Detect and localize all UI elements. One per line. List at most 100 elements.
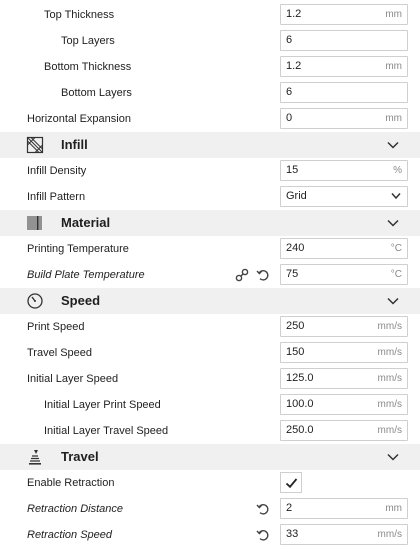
setting-row-retraction-speed: Retraction Speed 33 mm/s (0, 522, 420, 548)
chevron-down-icon[interactable] (387, 297, 399, 305)
setting-label: Infill Density (27, 165, 87, 177)
field-value: 250 (286, 320, 305, 332)
field-unit: mm/s (377, 347, 402, 358)
setting-label: Horizontal Expansion (27, 113, 131, 125)
field-unit: mm/s (377, 529, 402, 540)
setting-row-top-layers: Top Layers 6 (0, 28, 420, 54)
reset-icon[interactable] (256, 268, 270, 282)
setting-label: Build Plate Temperature (27, 269, 145, 281)
setting-label: Infill Pattern (27, 191, 86, 203)
setting-label: Top Layers (61, 35, 115, 47)
field-value: 1.2 (286, 8, 302, 20)
field-value: 250.0 (286, 424, 314, 436)
field-unit: mm/s (377, 373, 402, 384)
bottom-thickness-input[interactable]: 1.2 mm (280, 56, 408, 77)
setting-row-printing-temperature: Printing Temperature 240 °C (0, 236, 420, 262)
field-value: 150 (286, 346, 305, 358)
setting-label: Initial Layer Print Speed (44, 399, 161, 411)
setting-label: Top Thickness (44, 9, 115, 21)
setting-row-build-plate-temperature: Build Plate Temperature 75 °C (0, 262, 420, 288)
retraction-distance-input[interactable]: 2 mm (280, 498, 408, 519)
setting-label: Print Speed (27, 321, 85, 333)
top-thickness-input[interactable]: 1.2 mm (280, 4, 408, 25)
setting-label: Initial Layer Speed (27, 373, 119, 385)
travel-speed-input[interactable]: 150 mm/s (280, 342, 408, 363)
print-speed-input[interactable]: 250 mm/s (280, 316, 408, 337)
setting-label: Retraction Distance (27, 503, 123, 515)
setting-label: Initial Layer Travel Speed (44, 425, 169, 437)
link-icon[interactable] (235, 268, 249, 282)
setting-row-infill-pattern: Infill Pattern Grid (0, 184, 420, 210)
reset-icon[interactable] (256, 528, 270, 542)
setting-row-horizontal-expansion: Horizontal Expansion 0 mm (0, 106, 420, 132)
section-title: Travel (61, 449, 99, 464)
setting-row-top-thickness: Top Thickness 1.2 mm (0, 2, 420, 28)
section-header-infill[interactable]: Infill (0, 132, 420, 158)
infill-density-input[interactable]: 15 % (280, 160, 408, 181)
field-unit: mm/s (377, 425, 402, 436)
setting-row-bottom-layers: Bottom Layers 6 (0, 80, 420, 106)
field-value: 125.0 (286, 372, 314, 384)
field-unit: mm/s (377, 399, 402, 410)
bottom-layers-input[interactable]: 6 (280, 82, 408, 103)
section-title: Material (61, 215, 111, 230)
setting-row-infill-density: Infill Density 15 % (0, 158, 420, 184)
field-unit: mm (385, 61, 402, 72)
infill-pattern-dropdown[interactable]: Grid (280, 186, 408, 207)
section-title: Speed (61, 293, 101, 308)
setting-row-initial-layer-travel-speed: Initial Layer Travel Speed 250.0 mm/s (0, 418, 420, 444)
enable-retraction-checkbox[interactable] (280, 472, 302, 493)
setting-label: Bottom Layers (61, 87, 132, 99)
field-unit: % (393, 165, 402, 176)
chevron-down-icon[interactable] (387, 219, 399, 227)
field-unit: °C (390, 243, 402, 254)
section-header-speed[interactable]: Speed (0, 288, 420, 314)
retraction-speed-input[interactable]: 33 mm/s (280, 524, 408, 545)
reset-icon[interactable] (256, 502, 270, 516)
setting-row-bottom-thickness: Bottom Thickness 1.2 mm (0, 54, 420, 80)
infill-icon (26, 136, 44, 154)
setting-label: Retraction Speed (27, 529, 112, 541)
initial-layer-speed-input[interactable]: 125.0 mm/s (280, 368, 408, 389)
chevron-down-icon (391, 193, 401, 200)
field-value: 240 (286, 242, 305, 254)
printing-temperature-input[interactable]: 240 °C (280, 238, 408, 259)
field-value: 2 (286, 502, 293, 514)
setting-row-print-speed: Print Speed 250 mm/s (0, 314, 420, 340)
top-layers-input[interactable]: 6 (280, 30, 408, 51)
setting-row-enable-retraction: Enable Retraction (0, 470, 420, 496)
field-unit: mm (385, 503, 402, 514)
field-value: 100.0 (286, 398, 314, 410)
field-unit: mm/s (377, 321, 402, 332)
material-icon (27, 216, 42, 230)
section-title: Infill (61, 137, 88, 152)
speedometer-icon (27, 293, 43, 309)
initial-layer-travel-speed-input[interactable]: 250.0 mm/s (280, 420, 408, 441)
initial-layer-print-speed-input[interactable]: 100.0 mm/s (280, 394, 408, 415)
setting-row-travel-speed: Travel Speed 150 mm/s (0, 340, 420, 366)
setting-label: Bottom Thickness (44, 61, 132, 73)
checkmark-icon (285, 478, 298, 489)
build-plate-temperature-input[interactable]: 75 °C (280, 264, 408, 285)
chevron-down-icon[interactable] (387, 453, 399, 461)
setting-label: Enable Retraction (27, 477, 115, 489)
field-value: 6 (286, 34, 293, 46)
section-header-travel[interactable]: Travel (0, 444, 420, 470)
setting-label: Travel Speed (27, 347, 93, 359)
field-unit: °C (390, 269, 402, 280)
field-value: 15 (286, 164, 299, 176)
setting-label: Printing Temperature (27, 243, 129, 255)
chevron-down-icon[interactable] (387, 141, 399, 149)
setting-row-initial-layer-print-speed: Initial Layer Print Speed 100.0 mm/s (0, 392, 420, 418)
field-value: 33 (286, 528, 299, 540)
field-value: 0 (286, 112, 293, 124)
section-header-material[interactable]: Material (0, 210, 420, 236)
field-value: 75 (286, 268, 299, 280)
field-value: 1.2 (286, 60, 302, 72)
print-settings-panel: Top Thickness 1.2 mm Top Layers 6 Bottom… (0, 0, 420, 549)
horizontal-expansion-input[interactable]: 0 mm (280, 108, 408, 129)
travel-icon (29, 450, 41, 465)
setting-row-retraction-distance: Retraction Distance 2 mm (0, 496, 420, 522)
field-unit: mm (385, 9, 402, 20)
field-unit: mm (385, 113, 402, 124)
